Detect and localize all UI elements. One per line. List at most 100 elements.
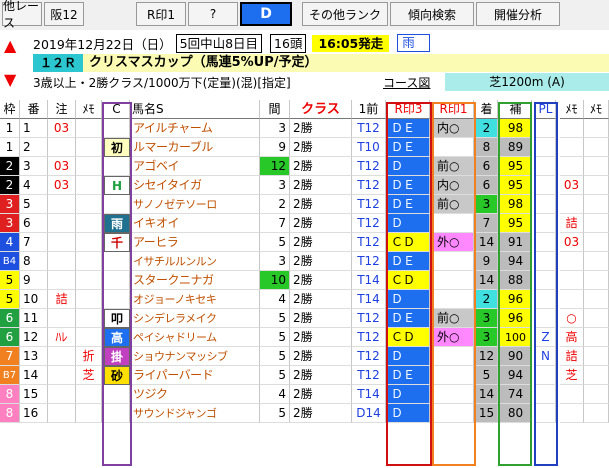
header-prev[interactable]: 1前 bbox=[352, 100, 386, 119]
cell-name[interactable]: ペイシャドリーム bbox=[130, 328, 260, 347]
meeting-analysis-button[interactable]: 開催分析 bbox=[476, 2, 560, 26]
header-r1[interactable]: R印1 bbox=[434, 100, 474, 119]
cell-r3: ＤＥ bbox=[388, 366, 430, 385]
header-chu[interactable]: 注 bbox=[48, 100, 76, 119]
header-m2[interactable]: ﾒﾓ bbox=[560, 100, 584, 119]
table-row[interactable]: 5 9 スタークニナガ 10 2勝 T14 ＣＤ 14 88 bbox=[0, 271, 609, 290]
cell-name[interactable]: アーヒラ bbox=[130, 233, 260, 252]
table-row[interactable]: 3 6 雨イキオイ 7 2勝 T12 Ｄ 7 95 詰 bbox=[0, 214, 609, 233]
cell-name[interactable]: ルマーカーブル bbox=[130, 138, 260, 157]
race-date: 2019年12月22日（日） bbox=[33, 36, 172, 52]
header-pl[interactable]: PL bbox=[536, 100, 556, 119]
cell-m3 bbox=[584, 404, 609, 423]
cell-m2 bbox=[560, 157, 584, 176]
header-ban[interactable]: 番 bbox=[20, 100, 48, 119]
cell-name[interactable]: シンデレラメイク bbox=[130, 309, 260, 328]
cell-m3 bbox=[584, 233, 609, 252]
cell-waku: 4 bbox=[0, 233, 20, 252]
race-conditions-row: 3歳以上・2勝クラス/1000万下(定量)(混)[指定] コース図 芝1200m… bbox=[33, 73, 609, 93]
header-m3[interactable]: ﾒﾓ bbox=[584, 100, 609, 119]
cell-r1 bbox=[434, 404, 474, 423]
cell-m3 bbox=[584, 119, 609, 138]
cell-name[interactable]: サウンドジャンゴ bbox=[130, 404, 260, 423]
cell-name[interactable]: ライパーバード bbox=[130, 366, 260, 385]
cell-waku: 2 bbox=[0, 157, 20, 176]
course-map-link[interactable]: コース図 bbox=[383, 74, 430, 91]
cell-chaku: 5 bbox=[476, 366, 498, 385]
table-row[interactable]: 6 11 叩シンデレラメイク 5 2勝 T12 ＤＥ 前○ 3 96 ○ bbox=[0, 309, 609, 328]
header-r3[interactable]: R印3 bbox=[388, 100, 430, 119]
cell-r3: ＤＥ bbox=[388, 176, 430, 195]
cell-kan: 10 bbox=[260, 271, 290, 290]
header-cls[interactable]: クラス bbox=[290, 100, 352, 119]
table-row[interactable]: 4 7 千アーヒラ 5 2勝 T12 ＣＤ 外○ 14 91 03 bbox=[0, 233, 609, 252]
cell-name[interactable]: ショウナンマッシブ bbox=[130, 347, 260, 366]
cell-pl bbox=[536, 214, 556, 233]
cell-kan: 3 bbox=[260, 252, 290, 271]
d-button[interactable]: D bbox=[240, 2, 292, 26]
trend-search-button[interactable]: 傾向検索 bbox=[390, 2, 474, 26]
other-rank-button[interactable]: その他ランク bbox=[302, 2, 388, 26]
up-arrow-icon[interactable]: ▲ bbox=[4, 36, 16, 55]
header-waku[interactable]: 枠 bbox=[0, 100, 20, 119]
toolbar: 他レース 阪12 R印1 ? D その他ランク 傾向検索 開催分析 bbox=[0, 0, 609, 30]
header-name[interactable]: 馬名S bbox=[130, 100, 260, 119]
help-button[interactable]: ? bbox=[188, 2, 238, 26]
race-select-button[interactable]: 阪12 bbox=[44, 2, 84, 26]
cell-name[interactable]: アゴベイ bbox=[130, 157, 260, 176]
cell-r3: ＤＥ bbox=[388, 119, 430, 138]
table-row[interactable]: 5 10 詰 オジョーノキセキ 4 2勝 T14 Ｄ 2 96 bbox=[0, 290, 609, 309]
header-kan[interactable]: 間 bbox=[260, 100, 290, 119]
table-row[interactable]: 3 5 サノノゼテソーロ 2 2勝 T12 ＤＥ 前○ 3 98 bbox=[0, 195, 609, 214]
cell-memo bbox=[76, 157, 102, 176]
cell-name[interactable]: スタークニナガ bbox=[130, 271, 260, 290]
table-row[interactable]: B7 14 芝砂ライパーバード 5 2勝 T12 ＤＥ 5 94 芝 bbox=[0, 366, 609, 385]
cell-name[interactable]: アイルチャーム bbox=[130, 119, 260, 138]
cell-kan: 5 bbox=[260, 233, 290, 252]
cell-pl bbox=[536, 233, 556, 252]
cell-name[interactable]: イキオイ bbox=[130, 214, 260, 233]
cell-memo: 芝 bbox=[76, 366, 102, 385]
cell-name[interactable]: サノノゼテソーロ bbox=[130, 195, 260, 214]
cell-cls: 2勝 bbox=[290, 328, 352, 347]
cell-ban: 3 bbox=[20, 157, 48, 176]
cell-name[interactable]: シセイタイガ bbox=[130, 176, 260, 195]
table-row[interactable]: 8 15 ツジク 4 2勝 T14 Ｄ 14 74 bbox=[0, 385, 609, 404]
table-row[interactable]: 6 12 ﾊﾚ高ペイシャドリーム 5 2勝 T12 ＣＤ 外○ 3 100 Z 高 bbox=[0, 328, 609, 347]
header-c[interactable]: C bbox=[104, 100, 130, 119]
cell-prev: T12 bbox=[352, 176, 386, 195]
cell-ban: 12 bbox=[20, 328, 48, 347]
table-row[interactable]: B4 8 イサチルルンルン 3 2勝 T12 ＤＥ 9 94 bbox=[0, 252, 609, 271]
cell-m2: 03 bbox=[560, 233, 584, 252]
header-memo[interactable]: ﾒﾓ bbox=[76, 100, 102, 119]
table-row[interactable]: 2 3 03 アゴベイ 12 2勝 T12 Ｄ 前○ 6 95 bbox=[0, 157, 609, 176]
cell-name[interactable]: オジョーノキセキ bbox=[130, 290, 260, 309]
cell-r3: Ｄ bbox=[388, 347, 430, 366]
header-chaku[interactable]: 着 bbox=[476, 100, 498, 119]
cell-name[interactable]: ツジク bbox=[130, 385, 260, 404]
cell-pl bbox=[536, 309, 556, 328]
cell-prev: T12 bbox=[352, 328, 386, 347]
table-row[interactable]: 7 13 折掛ショウナンマッシブ 5 2勝 T12 Ｄ 12 90 N 詰 bbox=[0, 347, 609, 366]
other-race-button[interactable]: 他レース bbox=[2, 0, 42, 30]
table-row[interactable]: 1 2 初ルマーカーブル 9 2勝 T10 ＤＥ 8 89 bbox=[0, 138, 609, 157]
cell-chu: ﾊﾚ bbox=[48, 328, 76, 347]
cell-ho: 95 bbox=[500, 214, 532, 233]
cell-m2 bbox=[560, 252, 584, 271]
cell-waku: 3 bbox=[0, 195, 20, 214]
cell-r3: ＣＤ bbox=[388, 233, 430, 252]
cell-kan: 2 bbox=[260, 195, 290, 214]
header-ho[interactable]: 補 bbox=[500, 100, 532, 119]
cell-m2 bbox=[560, 138, 584, 157]
table-row[interactable]: 2 4 03 H シセイタイガ 3 2勝 T12 ＤＥ 内○ 6 95 03 bbox=[0, 176, 609, 195]
rmark1-button[interactable]: R印1 bbox=[136, 2, 186, 26]
cell-m3 bbox=[584, 309, 609, 328]
cell-prev: D14 bbox=[352, 404, 386, 423]
cell-m2 bbox=[560, 119, 584, 138]
cell-r3: Ｄ bbox=[388, 214, 430, 233]
cell-name[interactable]: イサチルルンルン bbox=[130, 252, 260, 271]
table-row[interactable]: 1 1 03 アイルチャーム 3 2勝 T12 ＤＥ 内○ 2 98 bbox=[0, 119, 609, 138]
down-arrow-icon[interactable]: ▼ bbox=[4, 70, 16, 89]
table-row[interactable]: 8 16 サウンドジャンゴ 5 2勝 D14 Ｄ 15 80 bbox=[0, 404, 609, 423]
cell-cls: 2勝 bbox=[290, 385, 352, 404]
